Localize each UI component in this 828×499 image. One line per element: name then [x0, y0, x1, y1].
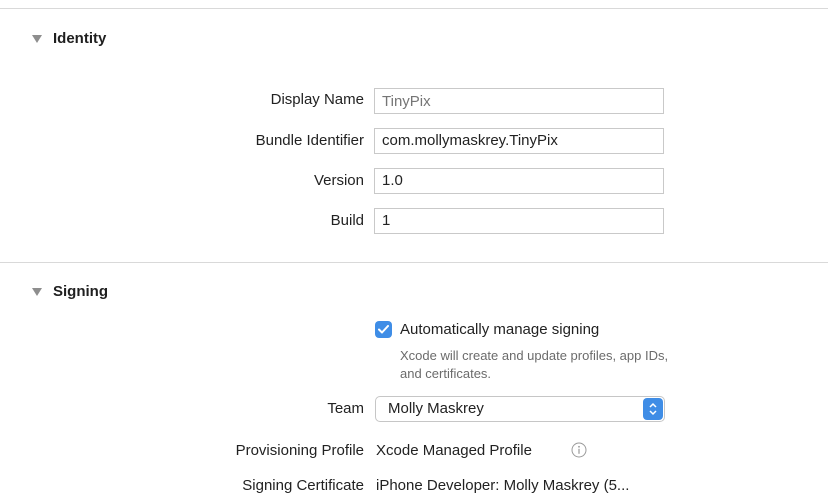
bundle-identifier-label: Bundle Identifier [255, 132, 364, 149]
signing-certificate-value: iPhone Developer: Molly Maskrey (5... [376, 477, 630, 494]
display-name-label: Display Name [270, 91, 364, 108]
disclosure-triangle-icon[interactable] [32, 34, 42, 43]
bundle-identifier-field[interactable]: com.mollymaskrey.TinyPix [374, 128, 664, 154]
version-label: Version [313, 172, 364, 189]
popup-stepper-icon [643, 398, 663, 420]
signing-section-title: Signing [53, 283, 108, 300]
auto-manage-signing-checkbox[interactable] [375, 321, 392, 338]
auto-manage-signing-description: Xcode will create and update profiles, a… [400, 348, 669, 381]
team-popup-value: Molly Maskrey [388, 400, 484, 417]
build-field[interactable]: 1 [374, 208, 664, 234]
auto-manage-signing-label[interactable]: Automatically manage signing [400, 321, 599, 338]
team-popup-button[interactable]: Molly Maskrey [375, 396, 665, 422]
identity-section-title: Identity [53, 30, 107, 47]
top-divider [0, 8, 828, 9]
signing-certificate-label: Signing Certificate [242, 477, 364, 494]
provisioning-profile-label: Provisioning Profile [235, 442, 364, 459]
disclosure-triangle-icon[interactable] [32, 287, 42, 296]
display-name-field[interactable] [374, 88, 664, 114]
signing-section-header[interactable]: Signing [32, 283, 108, 300]
provisioning-profile-value: Xcode Managed Profile [376, 442, 532, 459]
version-field[interactable]: 1.0 [374, 168, 664, 194]
checkmark-icon [378, 325, 389, 334]
identity-section-header[interactable]: Identity [32, 30, 106, 47]
team-label: Team [327, 400, 364, 417]
section-divider [0, 262, 828, 263]
build-label: Build [330, 212, 364, 229]
info-icon[interactable] [571, 442, 587, 458]
